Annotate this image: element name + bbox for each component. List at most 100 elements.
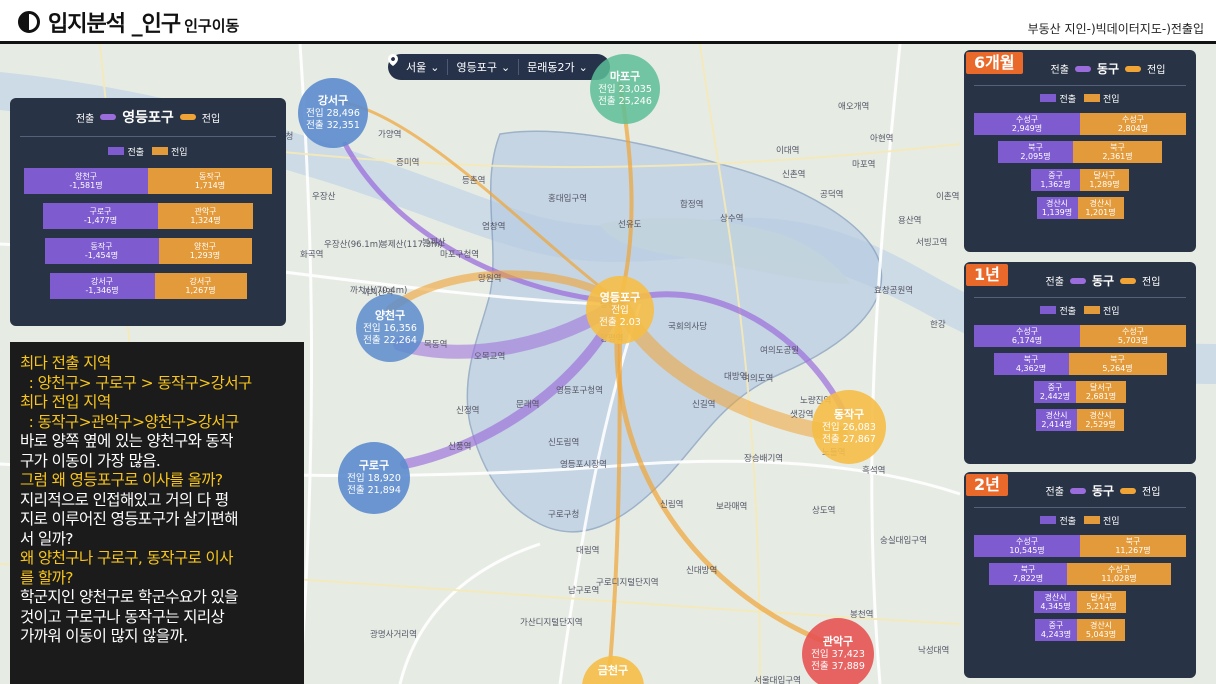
in-bar: 달서구 5,214명 <box>1077 591 1126 613</box>
legend-in: 전입 <box>152 145 188 158</box>
legend-out: 전출 <box>108 145 144 158</box>
bubble-gwanak[interactable]: 관악구 전입 37,423 전출 37,889 <box>802 618 874 684</box>
out-bar: 중구 2,442명 <box>1034 381 1076 403</box>
bubble-out: 전출 37,889 <box>811 660 865 672</box>
bubble-yeongdeungpo[interactable]: 영등포구 전입 전출 2.03 <box>586 276 654 344</box>
in-bar-value: 5,264명 <box>1102 364 1133 373</box>
location-pin-icon <box>388 54 398 66</box>
in-bar-value: 1,293명 <box>189 251 221 260</box>
flow-bar-row[interactable]: 중구 1,362명 달서구 1,289명 <box>964 169 1196 191</box>
flow-bar-row[interactable]: 구로구 -1,477명 관악구 1,324명 <box>10 203 286 229</box>
map-place-label: 공덕역 <box>820 190 844 200</box>
period-badge-6m[interactable]: 6개월 <box>966 52 1023 74</box>
flow-bar-row[interactable]: 경산시 2,414명 경산시 2,529명 <box>964 409 1196 431</box>
map-place-label: 망원역 <box>478 274 502 284</box>
out-bar-name: 수성구 <box>1015 326 1039 336</box>
bubble-name: 구로구 <box>358 459 390 473</box>
flow-bar-row[interactable]: 경산시 1,139명 경산시 1,201명 <box>964 197 1196 219</box>
out-label: 전출 <box>1050 65 1069 76</box>
analysis-line: 학군지인 양천구로 학군수요가 있을 <box>20 588 238 606</box>
in-bar-value: 2,804명 <box>1117 124 1149 133</box>
bubble-out: 전출 27,867 <box>822 433 876 445</box>
out-label: 전출 <box>75 113 95 125</box>
map-place-label: 신도림역 <box>548 438 580 448</box>
panel-district: 영등포구 <box>122 110 174 126</box>
legend-in: 전입 <box>1084 304 1120 317</box>
flow-bar-row[interactable]: 강서구 -1,346명 강서구 1,267명 <box>10 273 286 299</box>
analysis-line: 것이고 구로구나 동작구는 지리상 <box>20 607 225 626</box>
in-bar: 달서구 2,681명 <box>1076 381 1126 403</box>
out-bar-value: 4,362명 <box>1015 364 1047 373</box>
flow-bar-row[interactable]: 중구 2,442명 달서구 2,681명 <box>964 381 1196 403</box>
in-bar-name: 북구 <box>1110 354 1125 364</box>
out-bar-name: 북구 <box>1028 142 1043 152</box>
flow-bar-row[interactable]: 수성구 2,949명 수성구 2,804명 <box>964 113 1196 135</box>
out-bar-value: 1,139명 <box>1041 208 1073 217</box>
flow-bar-row[interactable]: 수성구 10,545명 북구 11,267명 <box>964 535 1196 557</box>
flow-bar-row[interactable]: 북구 7,822명 수성구 11,028명 <box>964 563 1196 585</box>
flow-bar-row[interactable]: 수성구 6,174명 수성구 5,703명 <box>964 325 1196 347</box>
out-pill-icon <box>1069 487 1086 494</box>
district-select-label: 영등포구 <box>456 61 497 74</box>
analysis-line: 최다 전출 지역 <box>20 354 111 372</box>
flow-bar-row[interactable]: 경산시 4,345명 달서구 5,214명 <box>964 591 1196 613</box>
in-pill-icon <box>1125 65 1142 72</box>
bubble-dongjak[interactable]: 동작구 전입 26,083 전출 27,867 <box>812 390 886 464</box>
period-badge-2y[interactable]: 2년 <box>966 474 1008 496</box>
in-bar-value: 11,267명 <box>1115 546 1151 555</box>
map-place-label: 문래역 <box>516 400 540 410</box>
flow-bar-row[interactable]: 동작구 -1,454명 양천구 1,293명 <box>10 238 286 264</box>
in-bar-name: 경산시 <box>1089 620 1113 630</box>
out-pill-icon <box>100 114 117 120</box>
dong-select[interactable]: 문래동2가 ⌄ <box>519 59 596 75</box>
chevron-down-icon: ⌄ <box>578 60 588 74</box>
side-panel-1y: 전출 동구 전입 전출 전입 수성구 6,174명 수성구 5,703명 북구 4,362… <box>964 262 1196 464</box>
bubble-in: 전입 23,035 <box>598 84 652 95</box>
bubble-mapo[interactable]: 마포구 전입 23,035 전출 25,246 <box>590 54 660 124</box>
map-place-label: 국회의사당 <box>668 322 708 332</box>
map-place-label: 샛강역 <box>790 410 814 420</box>
flow-bar-row[interactable]: 북구 4,362명 북구 5,264명 <box>964 353 1196 375</box>
flow-bar-row[interactable]: 북구 2,095명 북구 2,361명 <box>964 141 1196 163</box>
in-bar: 북구 11,267명 <box>1080 535 1186 557</box>
divider <box>974 507 1186 508</box>
out-pill-icon <box>1074 65 1091 72</box>
out-bar: 경산시 2,414명 <box>1036 409 1077 431</box>
out-label: 전출 <box>1045 277 1064 288</box>
out-bar-value: 1,362명 <box>1040 180 1071 189</box>
out-bar-value: -1,477명 <box>83 216 118 225</box>
bubble-name: 양천구 <box>374 309 406 323</box>
in-bar-value: 11,028명 <box>1101 574 1137 583</box>
bubble-gangseo[interactable]: 강서구 전입 28,496 전출 32,351 <box>298 78 368 148</box>
flow-bar-row[interactable]: 중구 4,243명 경산시 5,043명 <box>964 619 1196 641</box>
flow-bar-row[interactable]: 양천구 -1,581명 동작구 1,714명 <box>10 168 286 194</box>
map-place-label: 신정역 <box>456 406 480 416</box>
bubble-guro[interactable]: 구로구 전입 18,920 전출 21,894 <box>338 442 410 514</box>
side-bar-rows: 수성구 2,949명 수성구 2,804명북구 2,095명 북구 2,361명중구 1,36… <box>964 113 1196 219</box>
divider <box>974 85 1186 86</box>
map-place-label: 신림역 <box>660 500 684 510</box>
region-selector[interactable]: 서울 ⌄ 영등포구 ⌄ 문래동2가 ⌄ <box>388 54 610 80</box>
in-bar-value: 1,201명 <box>1085 208 1116 217</box>
map-place-label: 상도역 <box>812 506 836 516</box>
analysis-line: 가까워 이동이 많지 않을까. <box>20 627 188 645</box>
map-place-label: 상수역 <box>720 214 744 224</box>
legend: 전출 전입 <box>10 145 286 158</box>
map-place-label: 효창공원역 <box>874 286 914 296</box>
out-bar: 중구 1,362명 <box>1031 169 1080 191</box>
in-bar-name: 경산시 <box>1089 410 1112 420</box>
in-bar-value: 5,703명 <box>1117 336 1149 345</box>
map-place-label: 가양역 <box>378 130 402 140</box>
out-bar-name: 동작구 <box>90 241 113 251</box>
bubble-yangcheon[interactable]: 양천구 전입 16,356 전출 22,264 <box>356 294 424 362</box>
city-select[interactable]: 서울 ⌄ <box>398 59 449 75</box>
period-badge-1y[interactable]: 1년 <box>966 264 1008 286</box>
district-select[interactable]: 영등포구 ⌄ <box>448 59 520 75</box>
map-place-label: 신길역 <box>692 400 716 410</box>
map-place-label: 봉제산(117.3m) <box>380 240 443 250</box>
bubble-name: 마포구 <box>609 70 641 84</box>
in-bar-name: 달서구 <box>1093 170 1116 180</box>
in-bar-name: 수성구 <box>1121 114 1145 124</box>
bubble-in: 전입 <box>611 305 629 316</box>
panel-district: 동구 <box>1096 62 1120 76</box>
